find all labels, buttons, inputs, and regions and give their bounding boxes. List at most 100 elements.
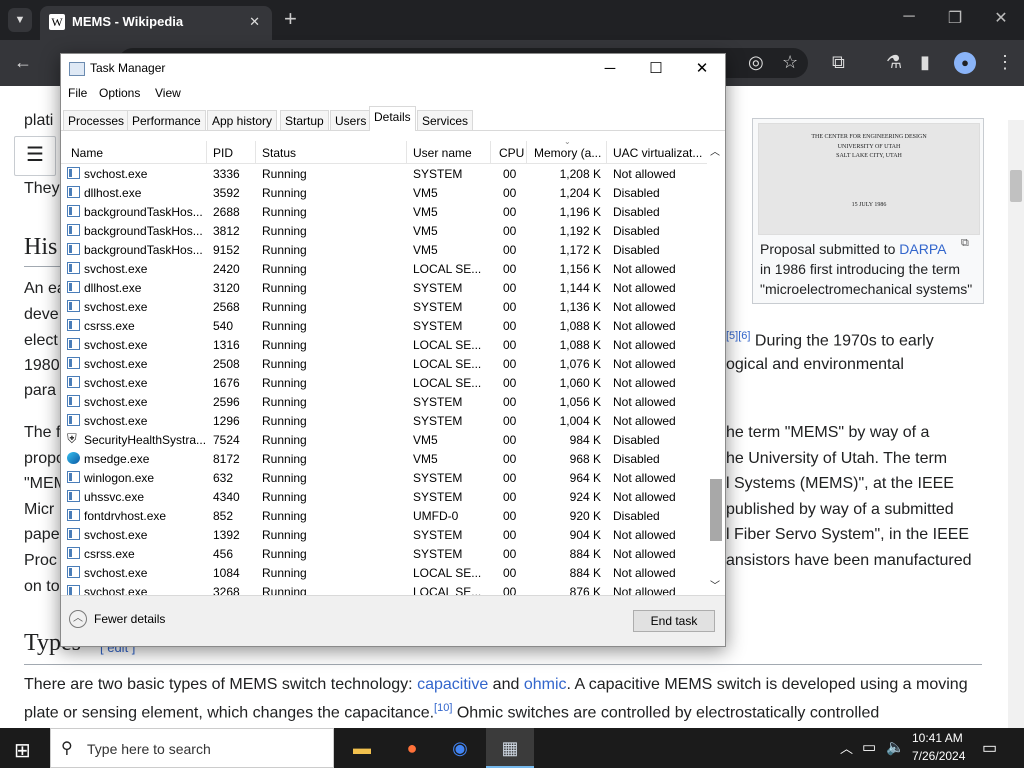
notifications-icon[interactable]: ▭	[982, 738, 997, 758]
page-scroll-thumb[interactable]	[1010, 170, 1022, 202]
col-cpu[interactable]: CPU	[499, 146, 524, 160]
fewer-details-button[interactable]: Fewer details	[94, 612, 165, 626]
file-explorer-icon[interactable]: ▬	[338, 728, 386, 768]
tab-users[interactable]: Users	[330, 110, 372, 130]
col-user-name[interactable]: User name	[413, 146, 472, 160]
capacitive-link[interactable]: capacitive	[417, 676, 488, 693]
windows-start-icon[interactable]: ⊞	[14, 738, 31, 763]
tm-minimize-icon[interactable]: ─	[587, 54, 633, 84]
taskbar-search[interactable]: ⚲ Type here to search	[50, 728, 334, 768]
cell-user: UMFD-0	[413, 509, 459, 523]
tm-close-icon[interactable]: ✕	[679, 54, 725, 84]
restore-icon[interactable]: ❐	[940, 8, 970, 28]
tab-performance[interactable]: Performance	[127, 110, 206, 130]
volume-muted-icon[interactable]: 🔈	[886, 738, 905, 756]
close-window-icon[interactable]: ✕	[986, 8, 1016, 28]
table-row[interactable]: msedge.exe 8172 Running VM5 00 968 K Disabled	[61, 449, 707, 468]
back-icon[interactable]: ←	[14, 52, 32, 73]
cell-uac: Not allowed	[613, 338, 676, 352]
col-uac[interactable]: UAC virtualizat...	[613, 146, 702, 160]
menu-file[interactable]: File	[68, 86, 87, 100]
tab-startup[interactable]: Startup	[280, 110, 329, 130]
tracking-eye-icon[interactable]: ◎	[748, 52, 764, 73]
col-pid[interactable]: PID	[213, 146, 233, 160]
col-separator[interactable]	[490, 141, 491, 163]
cell-name: svchost.exe	[84, 376, 148, 390]
tab-details[interactable]: Details	[369, 106, 416, 131]
search-icon: ⚲	[61, 740, 73, 757]
col-separator[interactable]	[526, 141, 527, 163]
table-row[interactable]: fontdrvhost.exe 852 Running UMFD-0 00 920 K Di…	[61, 506, 707, 525]
table-row[interactable]: csrss.exe 540 Running SYSTEM 00 1,088 K Not al…	[61, 316, 707, 335]
table-row[interactable]: svchost.exe 1676 Running LOCAL SE... 00 1,060…	[61, 373, 707, 392]
table-row[interactable]: svchost.exe 1316 Running LOCAL SE... 00 1,088…	[61, 335, 707, 354]
process-list-scroll-thumb[interactable]	[710, 479, 722, 541]
table-row[interactable]: svchost.exe 2508 Running LOCAL SE... 00 1,076…	[61, 354, 707, 373]
table-row[interactable]: svchost.exe 1296 Running SYSTEM 00 1,004 K Not…	[61, 411, 707, 430]
col-name[interactable]: Name	[71, 146, 103, 160]
col-separator[interactable]	[255, 141, 256, 163]
table-row[interactable]: backgroundTaskHos... 2688 Running VM5 00 1,19…	[61, 202, 707, 221]
toc-toggle-icon[interactable]: ☰	[14, 136, 56, 176]
tray-chevron-icon[interactable]: ︿	[840, 738, 853, 757]
menu-options[interactable]: Options	[99, 86, 140, 100]
clock-date[interactable]: 7/26/2024	[912, 749, 965, 763]
table-row[interactable]: csrss.exe 456 Running SYSTEM 00 884 K Not allo…	[61, 544, 707, 563]
extensions-icon[interactable]: ⧉	[832, 52, 845, 73]
task-manager-taskbar-icon[interactable]: ▦	[486, 728, 534, 768]
page-scrollbar[interactable]	[1008, 120, 1024, 728]
tm-maximize-icon[interactable]: ☐	[633, 54, 679, 84]
cell-pid: 7524	[213, 433, 240, 447]
profile-avatar-icon[interactable]: ●	[954, 52, 976, 74]
table-row[interactable]: winlogon.exe 632 Running SYSTEM 00 964 K Not a…	[61, 468, 707, 487]
citation-link[interactable]: [5][6]	[726, 330, 750, 342]
proposal-image[interactable]: THE CENTER FOR ENGINEERING DESIGN UNIVER…	[758, 123, 980, 235]
labs-flask-icon[interactable]: ⚗	[886, 52, 902, 73]
clock-time[interactable]: 10:41 AM	[912, 731, 963, 745]
network-icon[interactable]: ▭	[862, 738, 876, 756]
ohmic-link[interactable]: ohmic	[524, 676, 567, 693]
table-row[interactable]: dllhost.exe 3592 Running VM5 00 1,204 K Disabl…	[61, 183, 707, 202]
col-separator[interactable]	[206, 141, 207, 163]
col-status[interactable]: Status	[262, 146, 296, 160]
process-list[interactable]: svchost.exe 3336 Running SYSTEM 00 1,208 K Not…	[61, 164, 707, 595]
table-row[interactable]: svchost.exe 1392 Running SYSTEM 00 904 K Not a…	[61, 525, 707, 544]
end-task-button[interactable]: End task	[633, 610, 715, 632]
tab-services[interactable]: Services	[417, 110, 474, 130]
citation-link[interactable]: [10]	[434, 702, 452, 714]
table-row[interactable]: svchost.exe 2568 Running SYSTEM 00 1,136 K Not…	[61, 297, 707, 316]
browser-tab[interactable]: W MEMS - Wikipedia ✕	[40, 6, 272, 40]
side-panel-icon[interactable]: ▮	[920, 52, 930, 73]
scroll-down-icon[interactable]: ﹀	[710, 577, 720, 592]
chevron-up-icon[interactable]: ︿	[69, 610, 87, 628]
close-tab-icon[interactable]: ✕	[249, 14, 260, 30]
col-separator[interactable]	[406, 141, 407, 163]
minimize-icon[interactable]: ─	[894, 8, 924, 26]
table-row[interactable]: backgroundTaskHos... 3812 Running VM5 00 1,19…	[61, 221, 707, 240]
chrome-icon[interactable]: ◉	[436, 728, 484, 768]
tab-app-history[interactable]: App history	[207, 110, 278, 130]
table-row[interactable]: svchost.exe 2420 Running LOCAL SE... 00 1,156…	[61, 259, 707, 278]
col-memory[interactable]: Memory (a...	[534, 146, 601, 160]
tab-processes[interactable]: Processes	[63, 110, 130, 130]
table-row[interactable]: svchost.exe 2596 Running SYSTEM 00 1,056 K Not…	[61, 392, 707, 411]
tab-search-icon[interactable]: ▼	[8, 8, 32, 32]
table-row[interactable]: svchost.exe 3336 Running SYSTEM 00 1,208 K Not…	[61, 164, 707, 183]
cell-pid: 3120	[213, 281, 240, 295]
menu-view[interactable]: View	[155, 86, 181, 100]
table-row[interactable]: uhssvc.exe 4340 Running SYSTEM 00 924 K Not al…	[61, 487, 707, 506]
cell-cpu: 00	[503, 205, 517, 219]
table-row[interactable]: dllhost.exe 3120 Running SYSTEM 00 1,144 K Not…	[61, 278, 707, 297]
bookmark-star-icon[interactable]: ☆	[782, 52, 798, 73]
table-row[interactable]: backgroundTaskHos... 9152 Running VM5 00 1,17…	[61, 240, 707, 259]
col-separator[interactable]	[606, 141, 607, 163]
firefox-icon[interactable]: ●	[388, 728, 436, 768]
menu-kebab-icon[interactable]: ⋮	[996, 52, 1014, 73]
task-manager-titlebar[interactable]: Task Manager ─ ☐ ✕	[61, 54, 725, 84]
table-row[interactable]: ⛨ SecurityHealthSystra... 7524 Running VM5 00…	[61, 430, 707, 449]
new-tab-button[interactable]: +	[284, 6, 297, 32]
scroll-up-icon[interactable]: ︿	[710, 143, 720, 158]
table-row[interactable]: svchost.exe 1084 Running LOCAL SE... 00 884 K…	[61, 563, 707, 582]
table-row[interactable]: svchost.exe 3268 Running LOCAL SE... 00 876 K…	[61, 582, 707, 595]
darpa-link[interactable]: DARPA	[899, 241, 946, 257]
